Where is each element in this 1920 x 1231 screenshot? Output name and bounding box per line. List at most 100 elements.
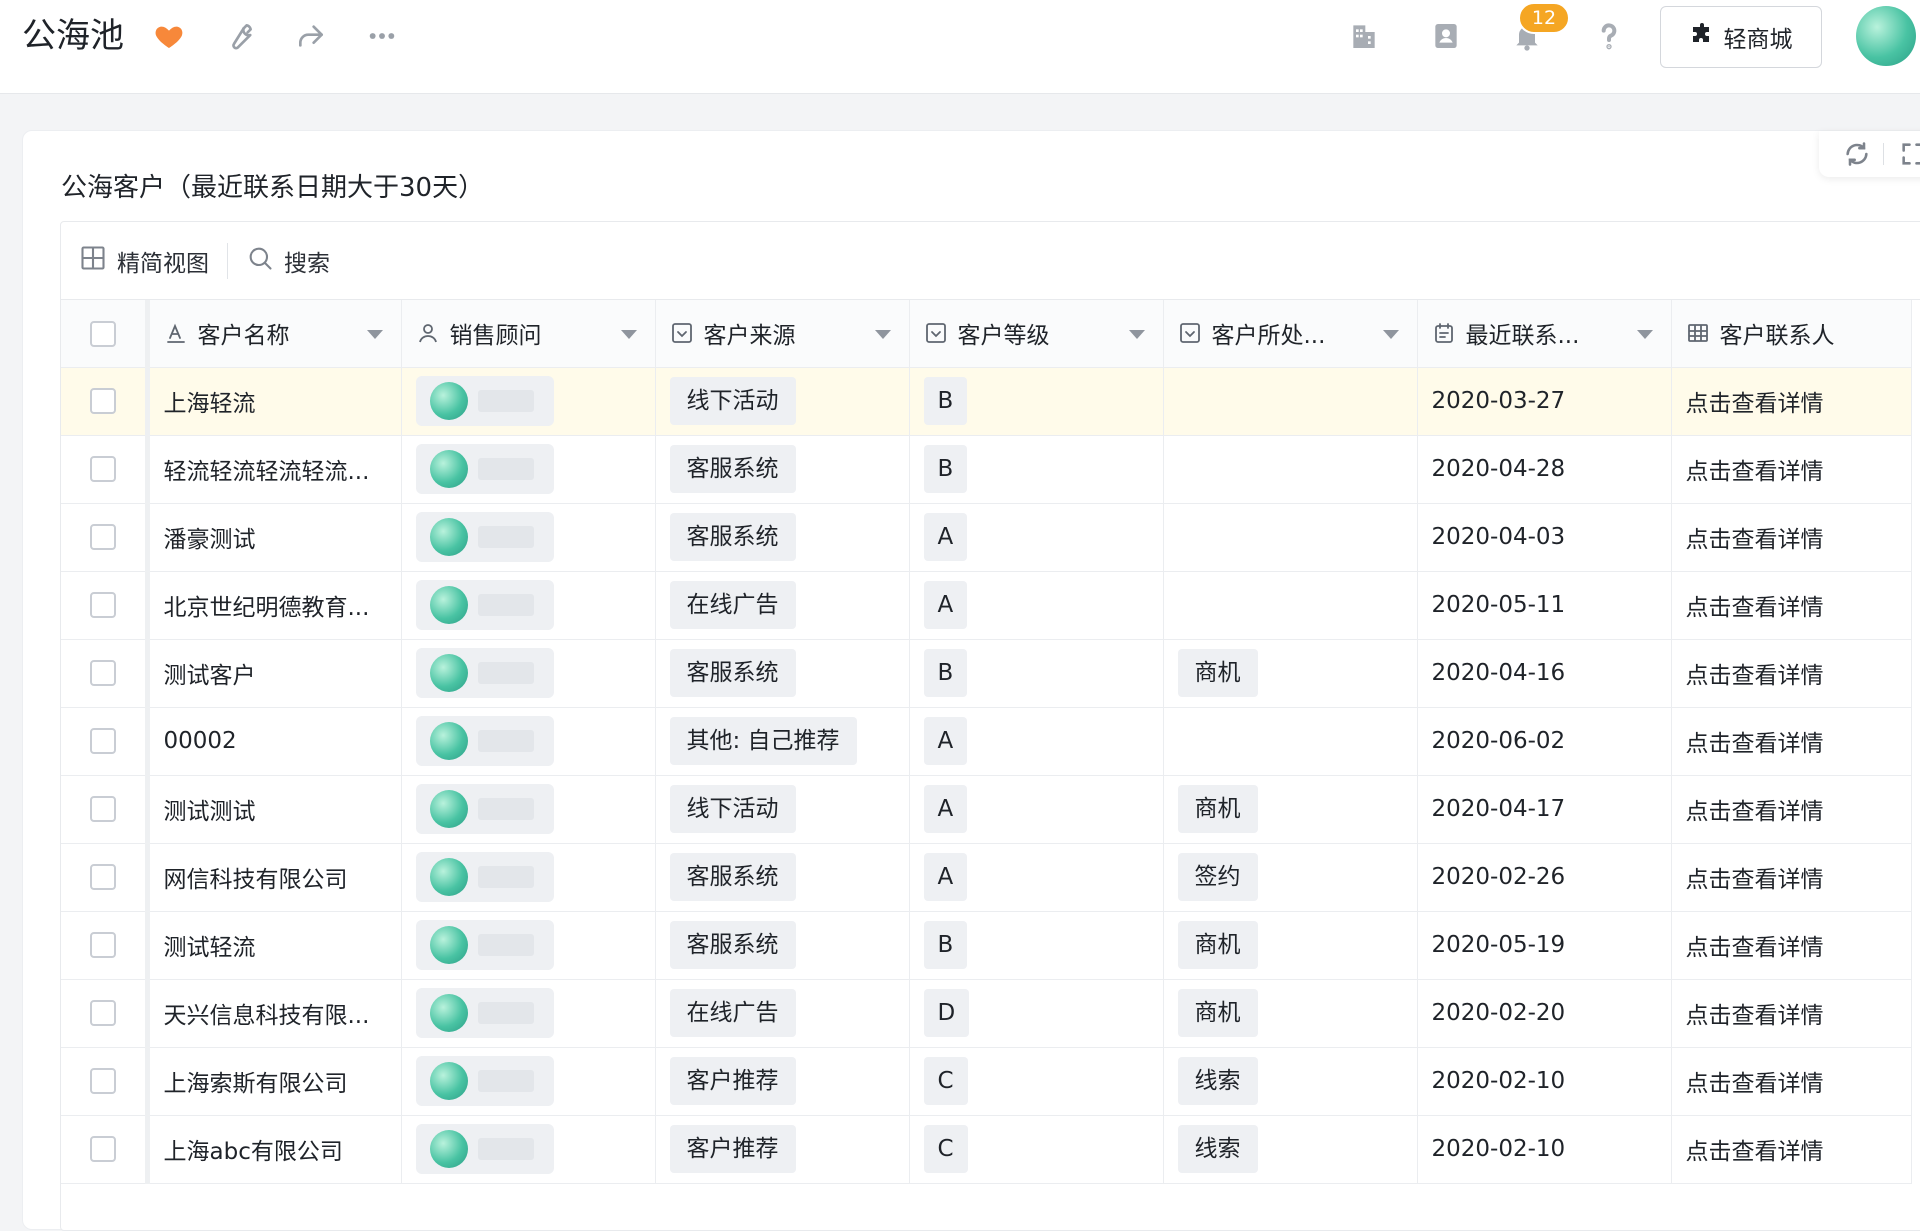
customer-name-cell[interactable]: 测试测试 — [147, 775, 402, 844]
table-row[interactable]: 轻流轻流轻流轻流... 客服系统 B 2020-04-28 点击查看详情 — [61, 435, 1912, 504]
view-details-link[interactable]: 点击查看详情 — [1686, 595, 1824, 621]
column-header-last-contact-date[interactable]: 最近联系... — [1417, 300, 1672, 368]
table-row[interactable]: 00002 其他: 自己推荐 A 2020-06-02 点击查看详情 — [61, 707, 1912, 776]
customer-source-cell[interactable]: 客服系统 — [655, 435, 910, 504]
customer-name-cell[interactable]: 潘豪测试 — [147, 503, 402, 572]
customer-source-cell[interactable]: 线下活动 — [655, 367, 910, 436]
column-dropdown-caret-icon[interactable] — [1128, 330, 1145, 339]
view-details-link[interactable]: 点击查看详情 — [1686, 1139, 1824, 1165]
last-contact-date-cell[interactable]: 2020-06-02 — [1417, 707, 1672, 776]
customer-name-cell[interactable]: 测试客户 — [147, 639, 402, 708]
customer-stage-cell[interactable]: 商机 — [1163, 911, 1418, 980]
last-contact-date-cell[interactable]: 2020-04-17 — [1417, 775, 1672, 844]
sales-advisor-cell[interactable] — [401, 639, 656, 708]
table-row[interactable]: 北京世纪明德教育... 在线广告 A 2020-05-11 点击查看详情 — [61, 571, 1912, 640]
column-dropdown-caret-icon[interactable] — [874, 330, 891, 339]
sales-advisor-cell[interactable] — [401, 367, 656, 436]
row-checkbox[interactable] — [89, 388, 116, 415]
customer-source-cell[interactable]: 客服系统 — [655, 911, 910, 980]
last-contact-date-cell[interactable]: 2020-04-28 — [1417, 435, 1672, 504]
row-checkbox[interactable] — [89, 1068, 116, 1095]
customer-name-cell[interactable]: 上海轻流 — [147, 367, 402, 436]
fullscreen-icon[interactable] — [1899, 140, 1920, 168]
customer-name-cell[interactable]: 上海索斯有限公司 — [147, 1047, 402, 1116]
customer-stage-cell[interactable] — [1163, 503, 1418, 572]
customer-contact-cell[interactable]: 点击查看详情 — [1671, 707, 1912, 776]
view-details-link[interactable]: 点击查看详情 — [1686, 1003, 1824, 1029]
customer-stage-cell[interactable]: 线索 — [1163, 1115, 1418, 1184]
customer-source-cell[interactable]: 在线广告 — [655, 571, 910, 640]
wrench-icon[interactable] — [221, 17, 259, 55]
row-checkbox[interactable] — [89, 592, 116, 619]
customer-contact-cell[interactable]: 点击查看详情 — [1671, 1115, 1912, 1184]
customer-source-cell[interactable]: 在线广告 — [655, 979, 910, 1048]
customer-contact-cell[interactable]: 点击查看详情 — [1671, 571, 1912, 640]
row-checkbox[interactable] — [89, 1136, 116, 1163]
table-row[interactable]: 网信科技有限公司 客服系统 A 签约 2020-02-26 点击查看详情 — [61, 843, 1912, 912]
sales-advisor-cell[interactable] — [401, 571, 656, 640]
customer-contact-cell[interactable]: 点击查看详情 — [1671, 639, 1912, 708]
customer-source-cell[interactable]: 客户推荐 — [655, 1115, 910, 1184]
sales-advisor-cell[interactable] — [401, 503, 656, 572]
customer-contact-cell[interactable]: 点击查看详情 — [1671, 503, 1912, 572]
last-contact-date-cell[interactable]: 2020-02-26 — [1417, 843, 1672, 912]
last-contact-date-cell[interactable]: 2020-05-19 — [1417, 911, 1672, 980]
customer-name-cell[interactable]: 北京世纪明德教育... — [147, 571, 402, 640]
contacts-book-icon[interactable] — [1427, 17, 1465, 55]
customer-source-cell[interactable]: 客服系统 — [655, 843, 910, 912]
customer-contact-cell[interactable]: 点击查看详情 — [1671, 775, 1912, 844]
customer-stage-cell[interactable]: 线索 — [1163, 1047, 1418, 1116]
customer-name-cell[interactable]: 轻流轻流轻流轻流... — [147, 435, 402, 504]
row-checkbox[interactable] — [89, 796, 116, 823]
column-header-customer-name[interactable]: 客户名称 — [147, 300, 402, 368]
last-contact-date-cell[interactable]: 2020-05-11 — [1417, 571, 1672, 640]
view-details-link[interactable]: 点击查看详情 — [1686, 731, 1824, 757]
customer-contact-cell[interactable]: 点击查看详情 — [1671, 843, 1912, 912]
table-row[interactable]: 测试客户 客服系统 B 商机 2020-04-16 点击查看详情 — [61, 639, 1912, 708]
customer-name-cell[interactable]: 00002 — [147, 707, 402, 776]
row-checkbox[interactable] — [89, 524, 116, 551]
customer-grade-cell[interactable]: A — [909, 503, 1164, 572]
view-details-link[interactable]: 点击查看详情 — [1686, 935, 1824, 961]
view-details-link[interactable]: 点击查看详情 — [1686, 459, 1824, 485]
customer-source-cell[interactable]: 线下活动 — [655, 775, 910, 844]
customer-grade-cell[interactable]: D — [909, 979, 1164, 1048]
customer-contact-cell[interactable]: 点击查看详情 — [1671, 367, 1912, 436]
row-checkbox[interactable] — [89, 660, 116, 687]
building-icon[interactable] — [1345, 17, 1383, 55]
sales-advisor-cell[interactable] — [401, 979, 656, 1048]
sales-advisor-cell[interactable] — [401, 843, 656, 912]
customer-contact-cell[interactable]: 点击查看详情 — [1671, 435, 1912, 504]
share-arrow-icon[interactable] — [292, 17, 330, 55]
view-details-link[interactable]: 点击查看详情 — [1686, 663, 1824, 689]
customer-source-cell[interactable]: 客服系统 — [655, 503, 910, 572]
table-row[interactable]: 上海轻流 线下活动 B 2020-03-27 点击查看详情 — [61, 367, 1912, 436]
search-button[interactable]: 搜索 — [246, 244, 330, 278]
sales-advisor-cell[interactable] — [401, 911, 656, 980]
last-contact-date-cell[interactable]: 2020-02-20 — [1417, 979, 1672, 1048]
customer-name-cell[interactable]: 测试轻流 — [147, 911, 402, 980]
customer-grade-cell[interactable]: A — [909, 775, 1164, 844]
last-contact-date-cell[interactable]: 2020-03-27 — [1417, 367, 1672, 436]
customer-source-cell[interactable]: 客户推荐 — [655, 1047, 910, 1116]
customer-stage-cell[interactable]: 商机 — [1163, 639, 1418, 708]
customer-contact-cell[interactable]: 点击查看详情 — [1671, 979, 1912, 1048]
row-checkbox[interactable] — [89, 1000, 116, 1027]
last-contact-date-cell[interactable]: 2020-04-03 — [1417, 503, 1672, 572]
refresh-icon[interactable] — [1843, 140, 1871, 168]
sales-advisor-cell[interactable] — [401, 1047, 656, 1116]
column-header-customer-contact[interactable]: 客户联系人 — [1671, 300, 1912, 368]
favorite-heart-icon[interactable] — [150, 17, 188, 55]
customer-grade-cell[interactable]: C — [909, 1115, 1164, 1184]
customer-grade-cell[interactable]: B — [909, 911, 1164, 980]
view-details-link[interactable]: 点击查看详情 — [1686, 1071, 1824, 1097]
customer-contact-cell[interactable]: 点击查看详情 — [1671, 911, 1912, 980]
customer-name-cell[interactable]: 上海abc有限公司 — [147, 1115, 402, 1184]
customer-grade-cell[interactable]: B — [909, 435, 1164, 504]
customer-stage-cell[interactable]: 签约 — [1163, 843, 1418, 912]
user-avatar[interactable] — [1856, 6, 1916, 66]
last-contact-date-cell[interactable]: 2020-04-16 — [1417, 639, 1672, 708]
customer-stage-cell[interactable] — [1163, 707, 1418, 776]
column-dropdown-caret-icon[interactable] — [366, 330, 383, 339]
column-header-sales-advisor[interactable]: 销售顾问 — [401, 300, 656, 368]
